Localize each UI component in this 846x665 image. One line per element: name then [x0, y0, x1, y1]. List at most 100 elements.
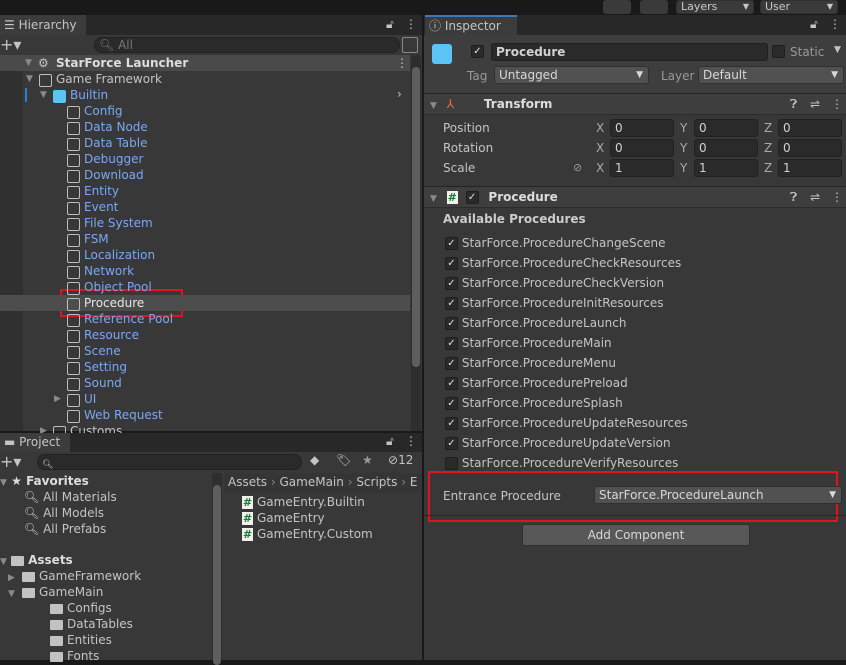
component-menu-icon[interactable]: ⋮ [831, 94, 843, 114]
procedure-checkbox[interactable]: ✓ [445, 257, 458, 270]
procedure-checkbox[interactable]: ✓ [445, 277, 458, 290]
procedure-checkbox[interactable]: ✓ [445, 297, 458, 310]
hierarchy-item[interactable]: Localization [0, 247, 410, 263]
object-name-input[interactable]: Procedure [491, 43, 768, 61]
hierarchy-item[interactable]: ▼ Game Framework [0, 71, 410, 87]
add-component-button[interactable]: Add Component [522, 524, 750, 546]
transform-z-input[interactable]: 0 [778, 139, 842, 157]
transform-x-input[interactable]: 1 [610, 159, 674, 177]
procedure-item[interactable]: ✓ StarForce.ProcedureUpdateVersion [445, 435, 671, 451]
tab-inspector[interactable]: ⓘ Inspector [425, 15, 517, 35]
layer-dropdown[interactable]: Default ▼ [698, 66, 844, 84]
script-file[interactable]: # GameEntry.Custom [242, 526, 373, 542]
history-button[interactable] [603, 0, 631, 14]
gameobject-cube-icon[interactable] [432, 44, 452, 64]
hierarchy-item[interactable]: Setting [0, 359, 410, 375]
asset-folder[interactable]: ▼ GameMain [8, 584, 103, 600]
script-file[interactable]: # GameEntry [242, 510, 325, 526]
scene-picker-icon[interactable] [402, 37, 418, 53]
procedure-item[interactable]: StarForce.ProcedureVerifyResources [445, 455, 678, 471]
procedure-item[interactable]: ✓ StarForce.ProcedureCheckVersion [445, 275, 664, 291]
transform-x-input[interactable]: 0 [610, 139, 674, 157]
constrain-proportions-icon[interactable]: ⊘ [573, 161, 582, 174]
lock-icon[interactable]: 🔓︎ [386, 17, 394, 32]
procedure-item[interactable]: ✓ StarForce.ProcedureMenu [445, 355, 616, 371]
entrance-procedure-dropdown[interactable]: StarForce.ProcedureLaunch ▼ [594, 486, 842, 504]
procedure-item[interactable]: ✓ StarForce.ProcedureInitResources [445, 295, 663, 311]
procedure-item[interactable]: ✓ StarForce.ProcedureSplash [445, 395, 623, 411]
breadcrumb-item[interactable]: E [410, 475, 418, 489]
hierarchy-item[interactable]: ▼ Builtin [0, 87, 410, 103]
search-by-type-icon[interactable]: ◆ [310, 453, 319, 467]
transform-y-input[interactable]: 0 [694, 139, 758, 157]
procedure-item[interactable]: ✓ StarForce.ProcedureLaunch [445, 315, 626, 331]
help-icon[interactable]: ❓︎ [790, 187, 797, 207]
procedure-checkbox[interactable]: ✓ [445, 337, 458, 350]
hierarchy-item[interactable]: Scene [0, 343, 410, 359]
layout-dropdown[interactable]: User ▼ [760, 0, 838, 14]
scene-row[interactable]: ▼ ⚙ StarForce Launcher ⋮ [0, 55, 410, 71]
hierarchy-item[interactable]: File System [0, 215, 410, 231]
hierarchy-item[interactable]: Data Node [0, 119, 410, 135]
asset-folder[interactable]: DataTables [36, 616, 133, 632]
hierarchy-item[interactable]: Event [0, 199, 410, 215]
hierarchy-item[interactable]: Data Table [0, 135, 410, 151]
hierarchy-item[interactable]: Resource [0, 327, 410, 343]
transform-x-input[interactable]: 0 [610, 119, 674, 137]
active-checkbox[interactable]: ✓ [471, 45, 484, 58]
component-enabled-checkbox[interactable]: ✓ [465, 191, 479, 204]
favorite-star-icon[interactable]: ★ [362, 453, 373, 467]
procedure-item[interactable]: ✓ StarForce.ProcedureCheckResources [445, 255, 681, 271]
procedure-checkbox[interactable]: ✓ [445, 437, 458, 450]
hierarchy-item[interactable]: Entity [0, 183, 410, 199]
hierarchy-search-input[interactable]: 🔍︎ All [94, 37, 400, 53]
more-icon[interactable]: ⋮ [829, 17, 841, 31]
preset-icon[interactable]: ⇌ [810, 94, 820, 114]
static-dropdown-icon[interactable]: ▼ [834, 45, 841, 55]
hierarchy-item[interactable]: Sound [0, 375, 410, 391]
help-icon[interactable]: ❓︎ [790, 94, 797, 114]
procedure-checkbox[interactable] [445, 457, 458, 470]
hierarchy-item[interactable]: Web Request [0, 407, 410, 423]
hierarchy-item[interactable]: Debugger [0, 151, 410, 167]
hierarchy-item[interactable]: Reference Pool [0, 311, 410, 327]
hidden-packages-icon[interactable]: ⊘12 [388, 453, 413, 467]
procedure-checkbox[interactable]: ✓ [445, 317, 458, 330]
procedure-checkbox[interactable]: ✓ [445, 237, 458, 250]
more-icon[interactable]: ⋮ [405, 434, 417, 448]
procedure-component-header[interactable]: ▼ # ✓ Procedure ❓︎ ⇌ ⋮ [424, 186, 846, 208]
create-button[interactable]: +▾ [0, 35, 21, 54]
hierarchy-item[interactable]: Procedure [0, 295, 410, 311]
procedure-checkbox[interactable]: ✓ [445, 417, 458, 430]
layers-dropdown[interactable]: Layers ▼ [676, 0, 754, 14]
tag-dropdown[interactable]: Untagged ▼ [494, 66, 649, 84]
tab-project[interactable]: ▬ Project [0, 433, 70, 452]
project-search-input[interactable]: 🔍︎ [37, 454, 302, 470]
hierarchy-scrollbar[interactable] [411, 55, 421, 431]
transform-y-input[interactable]: 0 [694, 119, 758, 137]
asset-folder[interactable]: ▶ GameFramework [8, 568, 141, 584]
favorite-item[interactable]: 🔍︎ All Materials [24, 489, 117, 505]
project-tree-scrollbar[interactable] [212, 473, 222, 665]
procedure-item[interactable]: ✓ StarForce.ProcedureChangeScene [445, 235, 666, 251]
lock-icon[interactable]: 🔓︎ [810, 17, 818, 32]
create-button[interactable]: +▾ [0, 452, 21, 471]
hierarchy-item[interactable]: Object Pool [0, 279, 410, 295]
breadcrumb-item[interactable]: Scripts [356, 475, 397, 489]
hierarchy-item[interactable]: Config [0, 103, 410, 119]
static-checkbox[interactable] [772, 45, 785, 58]
asset-folder[interactable]: Configs [36, 600, 112, 616]
search-by-label-icon[interactable]: 🏷︎ [336, 453, 351, 467]
scene-menu-icon[interactable]: ⋮ [396, 55, 408, 71]
transform-y-input[interactable]: 1 [694, 159, 758, 177]
lock-icon[interactable]: 🔓︎ [386, 434, 394, 449]
favorites-header[interactable]: ▼ ★ Favorites [0, 473, 89, 489]
transform-header[interactable]: ▼ ⅄ Transform ❓︎ ⇌ ⋮ [424, 93, 846, 115]
transform-z-input[interactable]: 0 [778, 119, 842, 137]
more-icon[interactable]: ⋮ [405, 17, 417, 31]
procedure-item[interactable]: ✓ StarForce.ProcedurePreload [445, 375, 628, 391]
tab-hierarchy[interactable]: ☰ Hierarchy [0, 15, 86, 35]
asset-folder[interactable]: Fonts [36, 648, 99, 664]
breadcrumb-item[interactable]: Assets [228, 475, 267, 489]
procedure-item[interactable]: ✓ StarForce.ProcedureMain [445, 335, 612, 351]
